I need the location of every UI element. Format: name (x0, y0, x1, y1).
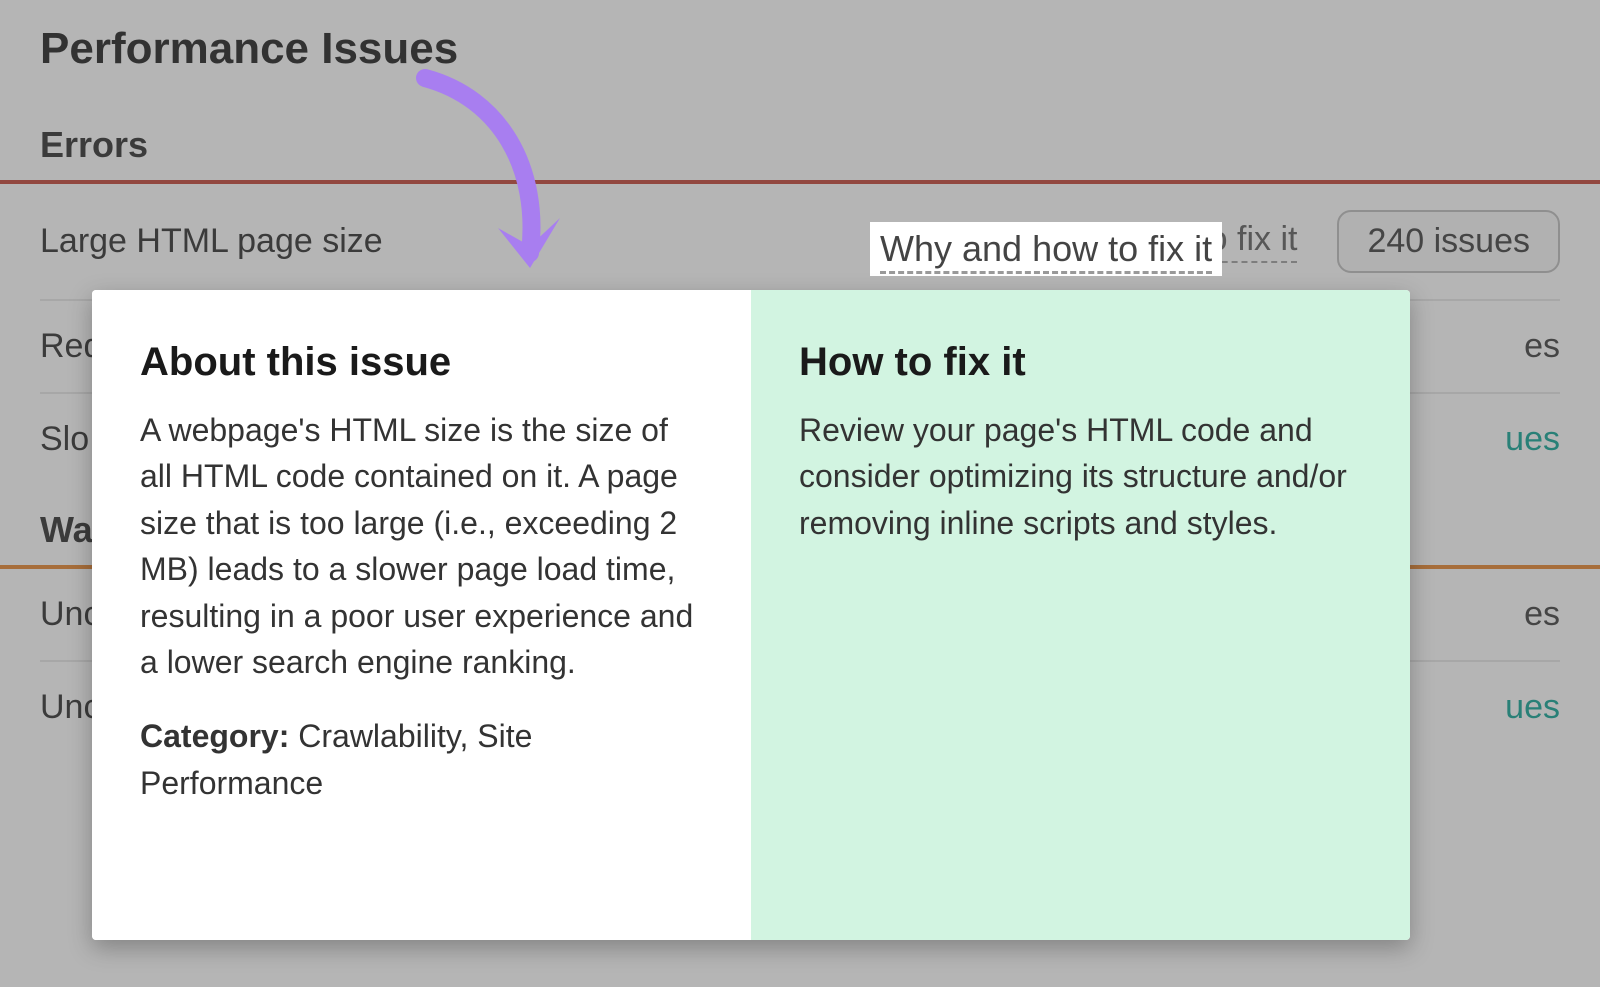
issue-actions: es (1524, 595, 1560, 634)
category-line: Category: Crawlability, Site Performance (140, 713, 703, 806)
tooltip-about-panel: About this issue A webpage's HTML size i… (92, 290, 751, 940)
issue-trailing-fragment: es (1524, 327, 1560, 366)
tooltip-fix-panel: How to fix it Review your page's HTML co… (751, 290, 1410, 940)
about-body: A webpage's HTML size is the size of all… (140, 407, 703, 685)
about-heading: About this issue (140, 340, 703, 385)
issue-row: Large HTML page size Why and how to fix … (40, 184, 1560, 301)
errors-section-heading: Errors (40, 124, 1560, 166)
page-title: Performance Issues (40, 24, 1560, 74)
issue-count-button[interactable]: 240 issues (1337, 210, 1560, 273)
why-and-how-link[interactable]: Why and how to fix it (880, 228, 1212, 274)
issue-actions: ues (1505, 420, 1560, 459)
issue-trailing-fragment: es (1524, 595, 1560, 634)
why-link-highlighted[interactable]: Why and how to fix it (870, 222, 1222, 276)
issue-trailing-fragment: ues (1505, 420, 1560, 459)
issue-trailing-fragment: ues (1505, 688, 1560, 727)
fix-heading: How to fix it (799, 340, 1362, 385)
category-label: Category: (140, 718, 289, 754)
issue-actions: ues (1505, 688, 1560, 727)
issue-actions: es (1524, 327, 1560, 366)
issue-help-tooltip: About this issue A webpage's HTML size i… (92, 290, 1410, 940)
issue-name: Large HTML page size (40, 222, 984, 261)
fix-body: Review your page's HTML code and conside… (799, 407, 1362, 546)
